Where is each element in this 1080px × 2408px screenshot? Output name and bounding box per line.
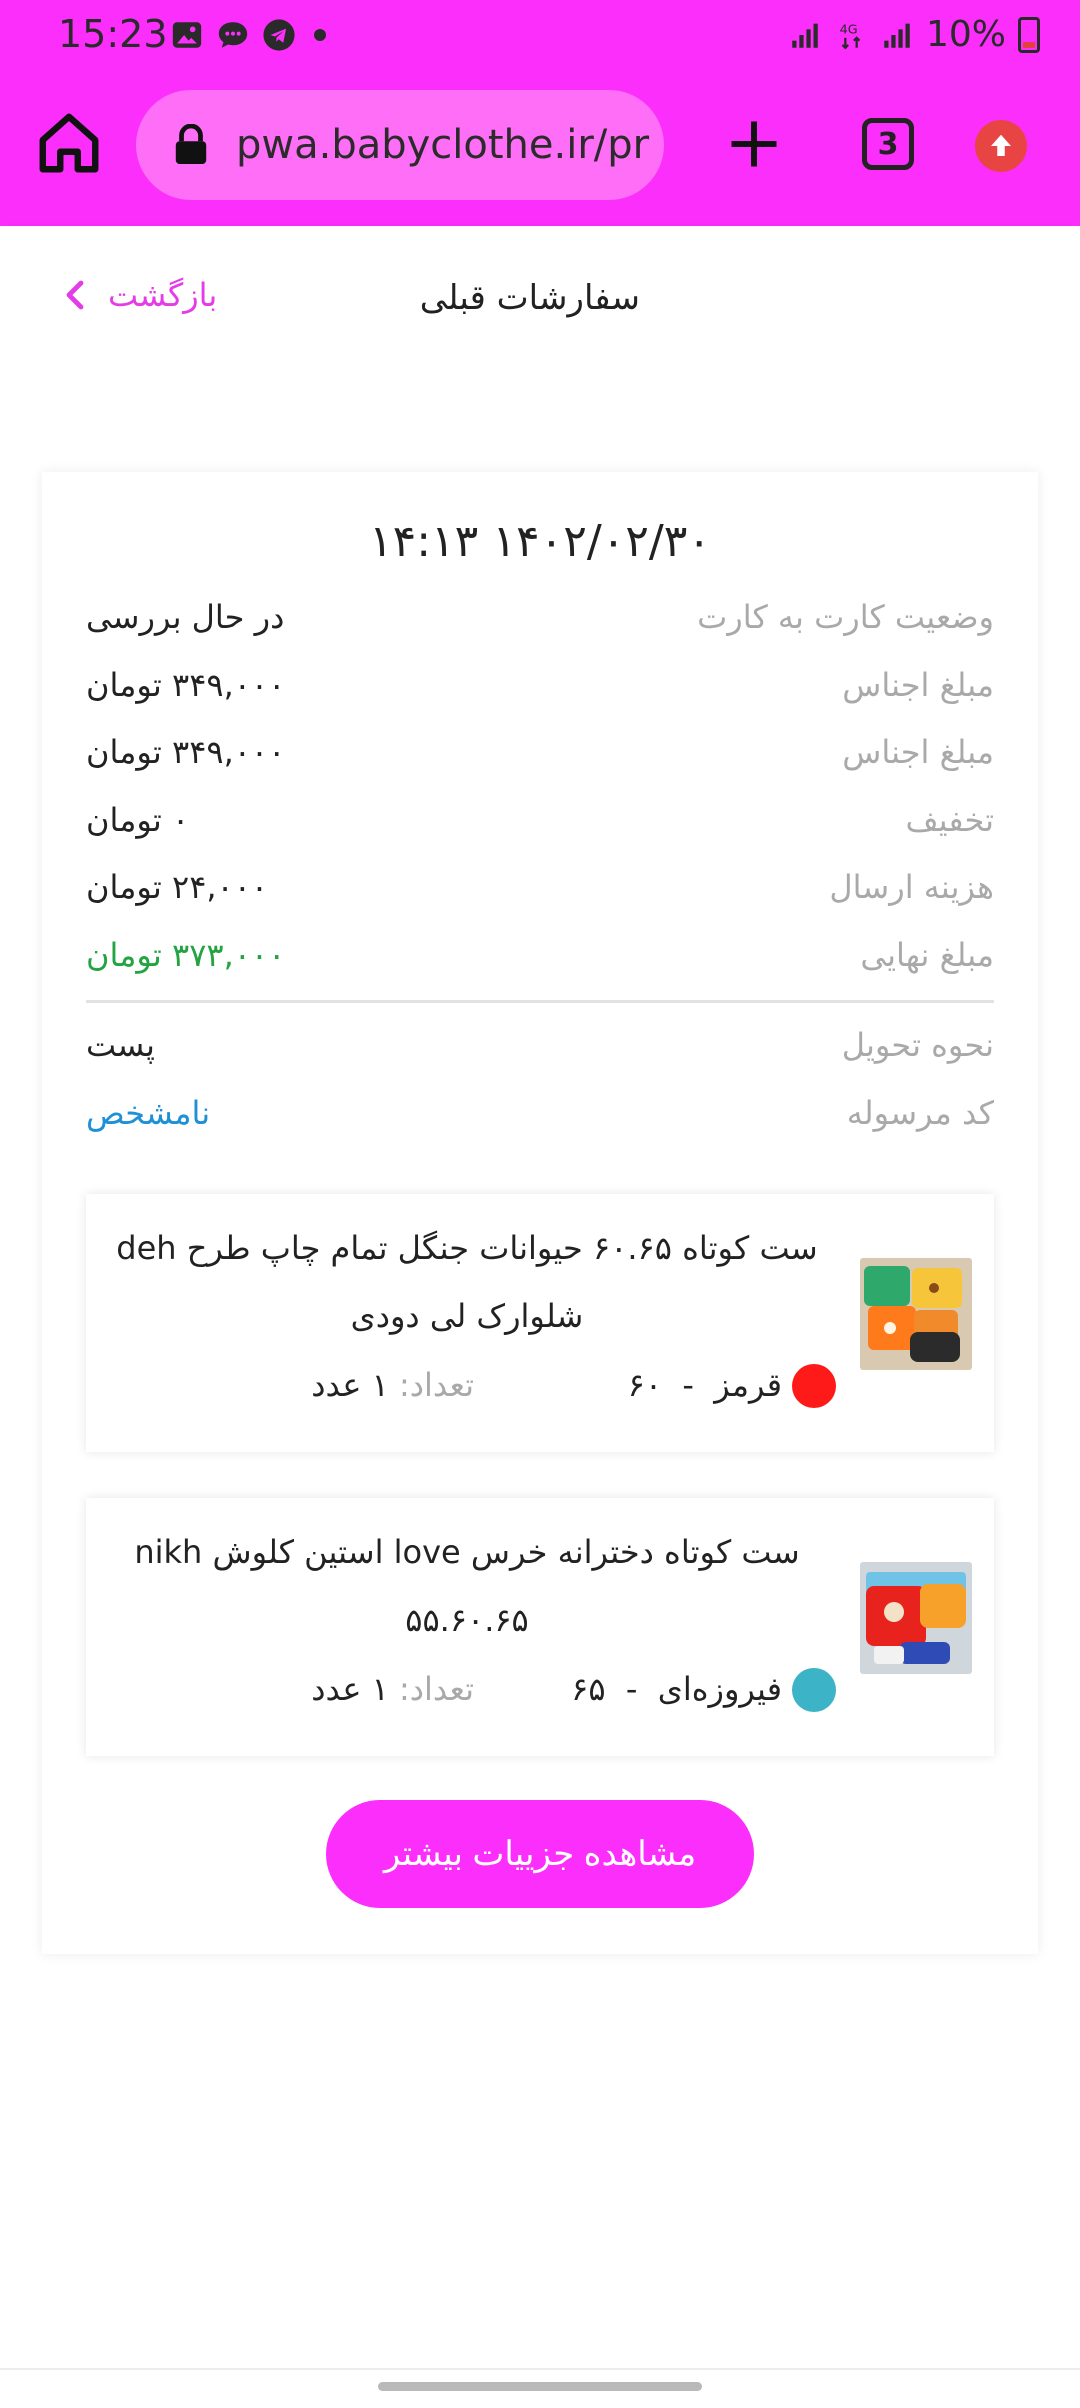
order-card: ۱۴۰۲/۰۲/۳۰ ۱۴:۱۳ وضعیت کارت به کارت در ح… <box>42 472 1038 1954</box>
product-image <box>860 1258 972 1370</box>
row-label: مبلغ اجناس <box>842 666 994 704</box>
order-item[interactable]: ست کوتاه دخترانه خرس love استین کلوش nik… <box>86 1498 994 1756</box>
variant-color: قرمز <box>714 1366 782 1404</box>
variant-color: فیروزه‌ای <box>657 1670 782 1708</box>
home-icon[interactable] <box>34 108 104 178</box>
telegram-icon <box>263 19 295 51</box>
quantity-info: تعداد: ۱ عدد <box>311 1670 474 1708</box>
goods-amount-row: مبلغ اجناس ۳۴۹,۰۰۰ تومان <box>86 666 994 716</box>
product-title: ست کوتاه ۶۰.۶۵ حیوانات جنگل تمام چاپ طرح… <box>116 1229 818 1335</box>
quantity-value: ۱ عدد <box>311 1670 389 1708</box>
row-value: ۳۴۹,۰۰۰ تومان <box>86 733 286 771</box>
network-4g-icon: 4G <box>840 22 861 49</box>
discount-row: تخفیف ۰ تومان <box>86 801 994 851</box>
signal-icon <box>792 23 818 48</box>
status-time: 15:23 <box>58 12 168 56</box>
battery-icon <box>1018 16 1040 53</box>
tracking-code-row: کد مرسوله نامشخص <box>86 1094 994 1144</box>
page-title: سفارشات قبلی <box>419 278 640 318</box>
update-icon[interactable] <box>975 120 1027 172</box>
signal-icon-2 <box>884 23 910 48</box>
quantity-label: تعداد: <box>398 1366 474 1404</box>
gallery-icon <box>172 22 202 48</box>
gesture-nav-handle[interactable] <box>378 2382 702 2391</box>
arrow-up-icon <box>991 134 1011 156</box>
status-bar: 15:23 4G 10% <box>0 0 1080 74</box>
color-swatch <box>792 1364 836 1408</box>
url-bar[interactable]: pwa.babyclothe.ir/pr <box>136 90 664 200</box>
variant-info: قرمز - ۶۰ <box>627 1366 782 1404</box>
status-right: 4G 10% <box>788 14 1040 55</box>
payment-status-row: وضعیت کارت به کارت در حال بررسی <box>86 598 994 648</box>
notification-icons <box>170 18 326 52</box>
quantity-info: تعداد: ۱ عدد <box>311 1366 474 1404</box>
page-header: سفارشات قبلی بازگشت <box>0 226 1080 382</box>
final-amount-value: ۳۷۳,۰۰۰ تومان <box>86 936 286 974</box>
back-label: بازگشت <box>108 276 218 314</box>
divider <box>86 1000 994 1003</box>
row-value: ۰ تومان <box>86 801 190 839</box>
product-image <box>860 1562 972 1674</box>
svg-text:4G: 4G <box>840 22 858 37</box>
variant-info: فیروزه‌ای - ۶۵ <box>571 1670 782 1708</box>
goods-amount-row-2: مبلغ اجناس ۳۴۹,۰۰۰ تومان <box>86 733 994 783</box>
order-item[interactable]: ست کوتاه ۶۰.۶۵ حیوانات جنگل تمام چاپ طرح… <box>86 1194 994 1452</box>
row-label: مبلغ اجناس <box>842 733 994 771</box>
product-thumbnail-graphic <box>860 1562 972 1674</box>
new-tab-icon[interactable] <box>724 114 784 174</box>
row-label: نحوه تحویل <box>841 1026 994 1064</box>
row-value: ۲۴,۰۰۰ تومان <box>86 868 269 906</box>
back-button[interactable]: بازگشت <box>60 276 217 314</box>
tracking-code-value[interactable]: نامشخص <box>86 1094 210 1132</box>
tab-switcher-button[interactable]: 3 <box>862 118 914 170</box>
battery-percent: 10% <box>925 14 1006 55</box>
row-label: کد مرسوله <box>846 1094 994 1132</box>
url-text: pwa.babyclothe.ir/pr <box>236 122 650 168</box>
nav-divider <box>0 2368 1080 2370</box>
delivery-method-row: نحوه تحویل پست <box>86 1026 994 1076</box>
chat-icon <box>218 22 248 48</box>
row-value: در حال بررسی <box>86 598 285 636</box>
more-notifications-icon <box>314 29 326 41</box>
row-label: مبلغ نهایی <box>860 936 994 974</box>
product-thumbnail-graphic <box>860 1258 972 1370</box>
row-label: وضعیت کارت به کارت <box>697 598 994 636</box>
row-value: ۳۴۹,۰۰۰ تومان <box>86 666 286 704</box>
quantity-value: ۱ عدد <box>311 1366 389 1404</box>
shipping-cost-row: هزینه ارسال ۲۴,۰۰۰ تومان <box>86 868 994 918</box>
row-label: هزینه ارسال <box>829 868 994 906</box>
color-swatch <box>792 1668 836 1712</box>
row-value: پست <box>86 1026 155 1064</box>
browser-topbar: 15:23 4G 10% pwa.babyclothe.ir/pr 3 <box>0 0 1080 226</box>
chevron-left-icon <box>66 280 84 310</box>
final-amount-row: مبلغ نهایی ۳۷۳,۰۰۰ تومان <box>86 936 994 986</box>
variant-size: ۶۵ <box>571 1670 606 1708</box>
quantity-label: تعداد: <box>398 1670 474 1708</box>
product-title: ست کوتاه دخترانه خرس love استین کلوش nik… <box>134 1533 800 1639</box>
more-details-button[interactable]: مشاهده جزییات بیشتر <box>326 1800 754 1908</box>
order-date: ۱۴۰۲/۰۲/۳۰ ۱۴:۱۳ <box>368 516 712 567</box>
variant-size: ۶۰ <box>627 1366 663 1404</box>
lock-icon <box>175 124 207 164</box>
row-label: تخفیف <box>905 801 994 839</box>
